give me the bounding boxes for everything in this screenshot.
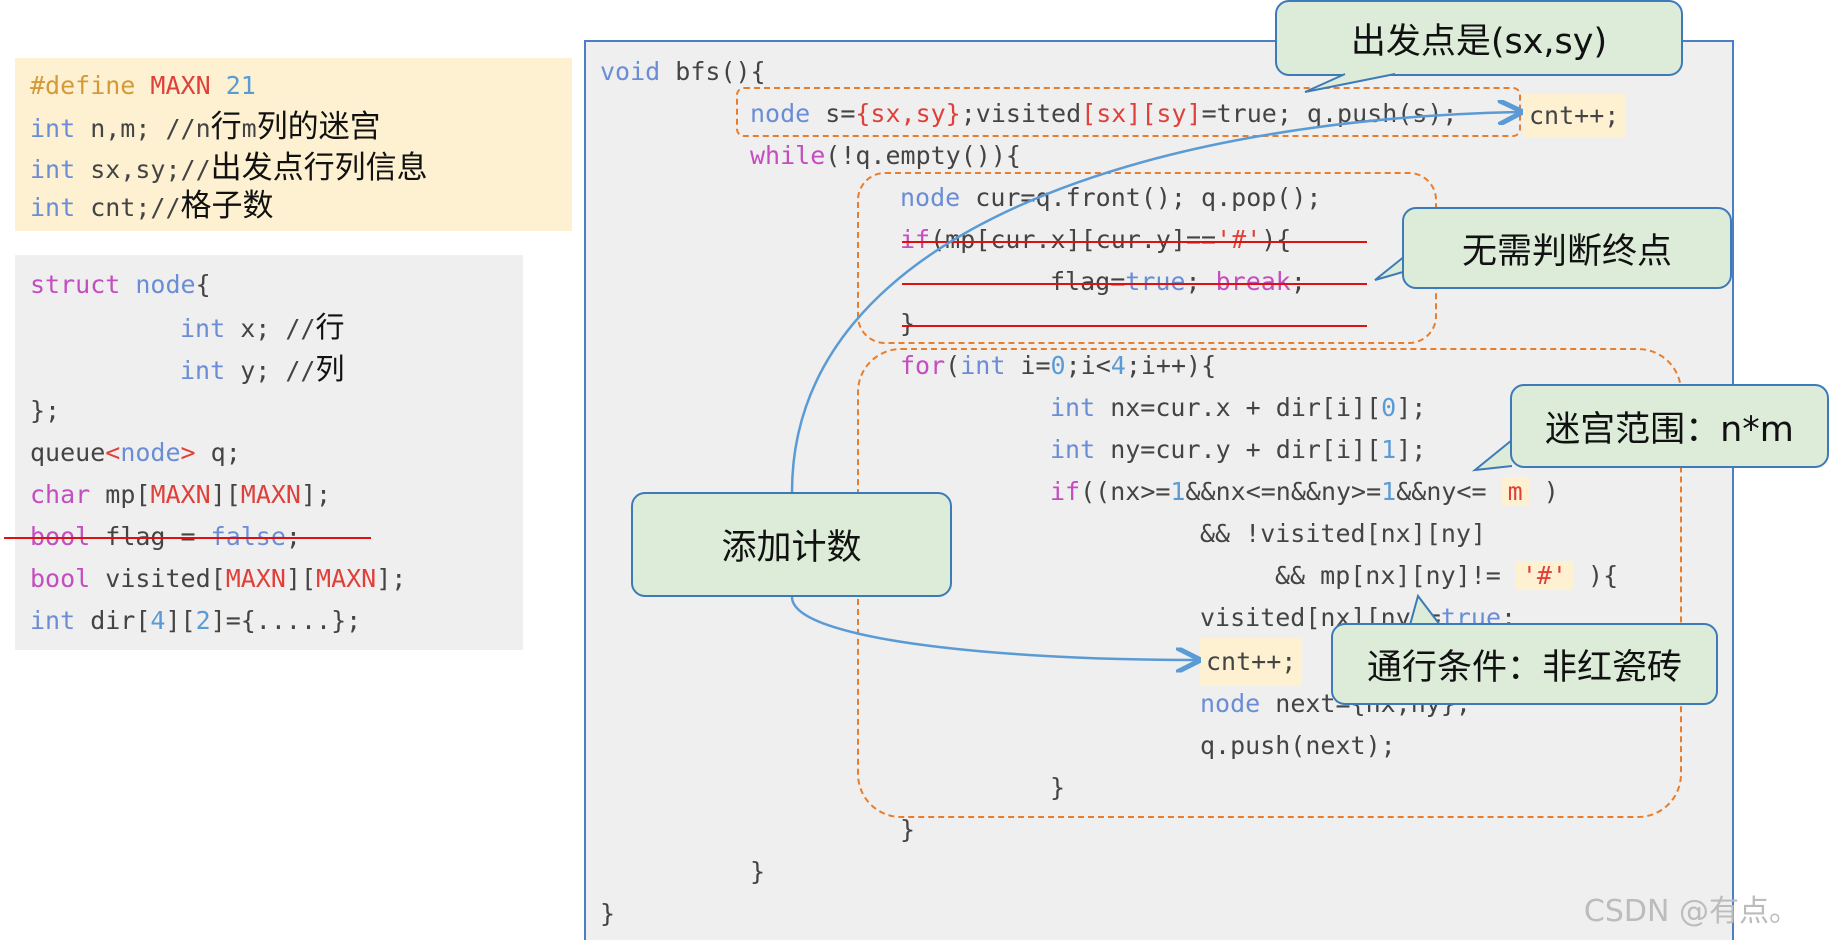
tail-range [1471, 439, 1513, 472]
tail-start [1304, 73, 1396, 93]
callout-pass-condition: 通行条件：非红瓷砖 [1331, 623, 1718, 705]
tail-cond [1409, 593, 1441, 626]
callout-maze-range: 迷宫范围：n*m [1510, 384, 1829, 468]
callout-tails [1304, 73, 1513, 626]
callout-no-end-check: 无需判断终点 [1402, 207, 1732, 289]
csdn-watermark: CSDN @有点。 [1583, 894, 1799, 929]
callout-add-count: 添加计数 [631, 492, 952, 597]
